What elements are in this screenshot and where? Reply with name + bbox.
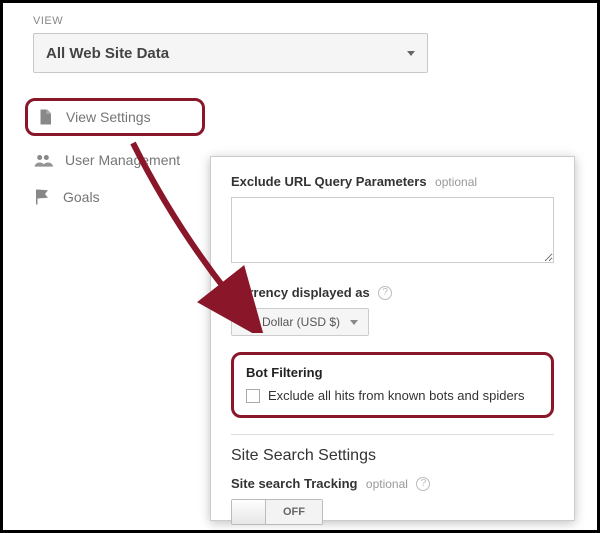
sidebar: View Settings User Management Goals bbox=[25, 98, 205, 216]
bot-filtering-checkbox[interactable] bbox=[246, 389, 260, 403]
bot-filtering-section: Bot Filtering Exclude all hits from know… bbox=[231, 352, 554, 418]
optional-hint: optional bbox=[435, 175, 477, 189]
currency-dropdown[interactable]: US Dollar (USD $) bbox=[231, 308, 369, 336]
bot-filtering-row[interactable]: Exclude all hits from known bots and spi… bbox=[246, 388, 539, 403]
settings-panel: Exclude URL Query Parameters optional Cu… bbox=[210, 156, 575, 521]
exclude-query-field: Exclude URL Query Parameters optional bbox=[231, 173, 554, 268]
view-dropdown[interactable]: All Web Site Data bbox=[33, 33, 428, 73]
sidebar-item-goals[interactable]: Goals bbox=[25, 178, 205, 216]
currency-dropdown-value: US Dollar (USD $) bbox=[242, 315, 340, 329]
sidebar-item-user-management[interactable]: User Management bbox=[25, 142, 205, 178]
site-search-tracking-field: Site search Tracking optional ? OFF bbox=[231, 475, 554, 529]
flag-icon bbox=[33, 188, 51, 206]
view-label: VIEW bbox=[33, 15, 63, 27]
toggle-handle bbox=[232, 500, 266, 524]
optional-hint: optional bbox=[366, 477, 408, 491]
caret-down-icon bbox=[407, 51, 415, 56]
divider bbox=[231, 434, 554, 435]
currency-label: Currency displayed as bbox=[231, 285, 370, 300]
site-search-tracking-label: Site search Tracking bbox=[231, 476, 357, 491]
currency-field: Currency displayed as ? US Dollar (USD $… bbox=[231, 284, 554, 336]
sidebar-item-label: Goals bbox=[63, 189, 100, 205]
help-icon[interactable]: ? bbox=[416, 477, 430, 491]
bot-filtering-title: Bot Filtering bbox=[246, 365, 539, 380]
site-search-toggle[interactable]: OFF bbox=[231, 499, 323, 525]
help-icon[interactable]: ? bbox=[378, 286, 392, 300]
users-icon bbox=[33, 152, 53, 168]
exclude-query-label: Exclude URL Query Parameters bbox=[231, 174, 427, 189]
page-icon bbox=[36, 108, 54, 126]
caret-down-icon bbox=[350, 320, 358, 325]
sidebar-item-label: View Settings bbox=[66, 109, 151, 125]
sidebar-item-label: User Management bbox=[65, 152, 180, 168]
view-dropdown-value: All Web Site Data bbox=[46, 45, 169, 62]
site-search-section-title: Site Search Settings bbox=[231, 447, 554, 465]
sidebar-item-view-settings[interactable]: View Settings bbox=[25, 98, 205, 136]
exclude-query-textarea[interactable] bbox=[231, 197, 554, 263]
toggle-state-label: OFF bbox=[266, 500, 322, 524]
bot-filtering-checkbox-label: Exclude all hits from known bots and spi… bbox=[268, 388, 525, 403]
